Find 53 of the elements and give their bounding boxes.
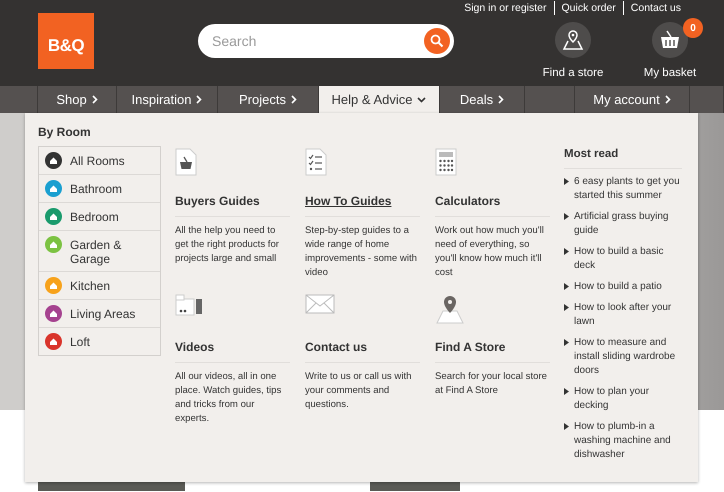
- article-link[interactable]: 6 easy plants to get you started this summer: [574, 174, 682, 203]
- guide-link[interactable]: Find A Store: [435, 338, 506, 362]
- article-link[interactable]: How to build a patio: [574, 280, 662, 294]
- article-link[interactable]: How to look after your lawn: [574, 300, 682, 329]
- guide-link[interactable]: Videos: [175, 338, 214, 362]
- triangle-bullet-icon: [564, 304, 569, 311]
- guide-link[interactable]: How To Guides: [305, 192, 392, 216]
- map-pin-icon: [562, 29, 584, 51]
- guide-link[interactable]: Buyers Guides: [175, 192, 260, 216]
- guide-description: Step-by-step guides to a wide range of home improvements - some with video: [305, 224, 418, 280]
- find-store-button[interactable]: Find a store: [538, 22, 608, 82]
- room-item[interactable]: All Rooms: [39, 147, 160, 176]
- article-link[interactable]: How to measure and install sliding wardrobe doors: [574, 336, 682, 378]
- nav-tab[interactable]: Help & Advice: [319, 86, 440, 113]
- article-link[interactable]: How to plumb-in a washing machine and dishwasher: [574, 420, 682, 462]
- guide-link[interactable]: Calculators: [435, 192, 500, 216]
- triangle-bullet-icon: [564, 248, 569, 255]
- guide-description: All the help you need to get the right products for projects large and small: [175, 224, 280, 266]
- guide-description: Write to us or call us with your comments and questions.: [305, 370, 412, 412]
- room-item[interactable]: Kitchen: [39, 272, 160, 300]
- map-pin-icon: [435, 294, 465, 324]
- triangle-bullet-icon: [564, 282, 569, 290]
- guide-description: All our videos, all in one place. Watch guides, tips and tricks from our experts.: [175, 370, 282, 426]
- triangle-bullet-icon: [564, 212, 569, 220]
- count-badge: 0: [683, 18, 703, 38]
- video-camera-icon: [175, 294, 205, 316]
- section-title: Most read: [564, 148, 682, 169]
- room-item[interactable]: Garden & Garage: [39, 231, 160, 272]
- basket-icon: [659, 29, 681, 51]
- section-title: By Room: [38, 125, 92, 140]
- article-link[interactable]: How to plan your decking: [574, 384, 682, 413]
- top-link[interactable]: Contact us: [622, 1, 688, 15]
- article-link[interactable]: Artificial grass buying guide: [574, 210, 682, 238]
- article-link[interactable]: How to build a basic deck: [574, 244, 682, 273]
- top-link[interactable]: Quick order: [554, 1, 623, 15]
- calculator-icon: [435, 148, 457, 176]
- room-item[interactable]: Bathroom: [39, 175, 160, 204]
- guide-description: Search for your local store at Find A Store: [435, 370, 548, 398]
- checklist-icon: [305, 148, 327, 176]
- triangle-bullet-icon: [564, 422, 569, 430]
- room-item[interactable]: Living Areas: [39, 300, 160, 328]
- triangle-bullet-icon: [564, 388, 569, 395]
- envelope-icon: [305, 294, 335, 314]
- search-field[interactable]: Search: [198, 24, 454, 58]
- triangle-bullet-icon: [564, 338, 569, 346]
- top-link[interactable]: Sign in or register: [457, 1, 554, 15]
- guide-description: Work out how much you'll need of everything, so you'll know how much it'll cost: [435, 224, 545, 280]
- triangle-bullet-icon: [564, 178, 569, 185]
- room-item[interactable]: Bedroom: [39, 203, 160, 232]
- guide-link[interactable]: Contact us: [305, 338, 368, 362]
- document-basket-icon: [175, 148, 197, 176]
- search-icon: [430, 34, 444, 48]
- room-item[interactable]: Loft: [39, 328, 160, 356]
